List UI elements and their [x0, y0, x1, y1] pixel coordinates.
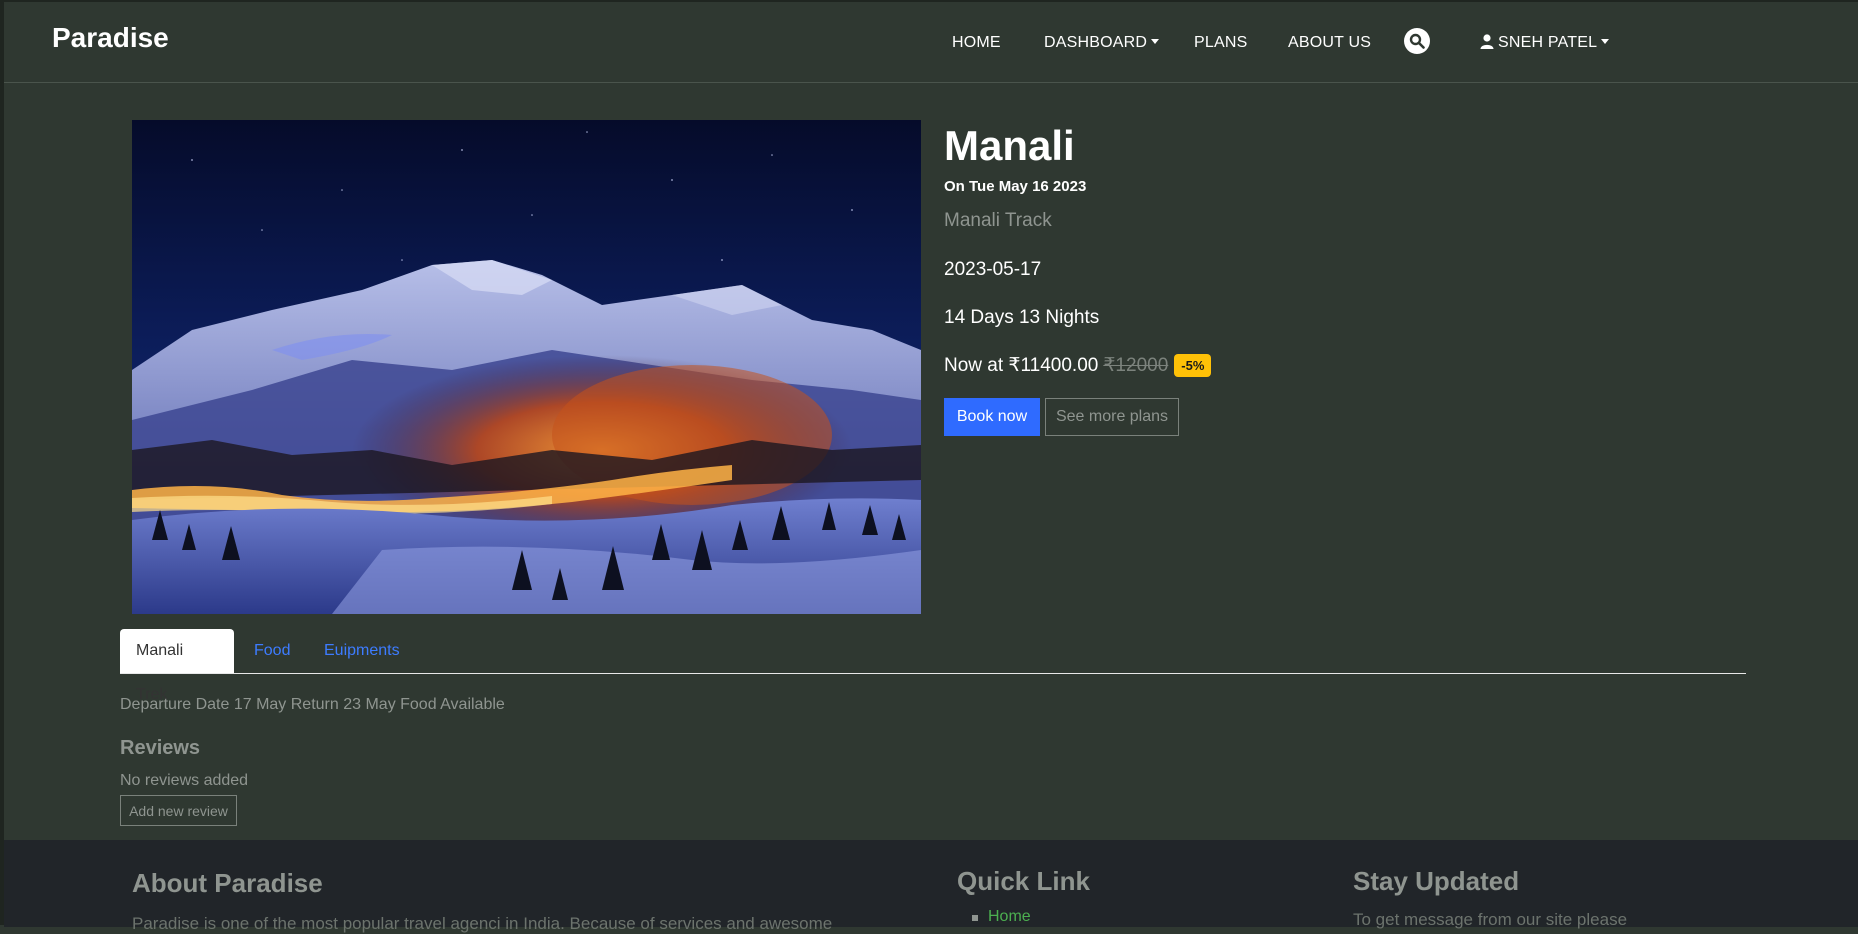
tab-manali-trek[interactable]: Manali Trek	[120, 629, 234, 703]
nav-plans[interactable]: PLANS	[1194, 34, 1247, 52]
user-icon	[1480, 34, 1494, 49]
trip-subtitle: Manali Track	[944, 210, 1052, 231]
price-row: Now at ₹11400.00 ₹12000 -5%	[944, 354, 1212, 377]
current-price: Now at ₹11400.00	[944, 355, 1099, 376]
no-reviews-text: No reviews added	[120, 772, 249, 789]
nav-dashboard-label: DASHBOARD	[1044, 34, 1148, 51]
search-icon[interactable]	[1404, 28, 1430, 54]
footer-links-heading: Quick Link	[957, 866, 1090, 896]
user-name: SNEH PATEL	[1498, 34, 1598, 51]
search-glyph	[1409, 33, 1425, 49]
nav-home[interactable]: HOME	[952, 34, 1001, 52]
trip-title: Manali	[944, 122, 1075, 169]
top-navbar: Paradise HOME DASHBOARD PLANS ABOUT US S…	[4, 2, 1858, 83]
trip-duration: 14 Days 13 Nights	[944, 307, 1100, 328]
book-now-button[interactable]: Book now	[944, 398, 1040, 436]
caret-down-icon	[1151, 39, 1160, 44]
discount-badge: -5%	[1174, 354, 1212, 377]
trip-date-line: On Tue May 16 2023	[944, 178, 1087, 195]
nav-about[interactable]: ABOUT US	[1288, 34, 1371, 52]
footer: About Paradise Paradise is one of the mo…	[4, 840, 1858, 933]
trip-tabs: Manali Trek Food Euipments	[120, 629, 1746, 703]
old-price: ₹12000	[1103, 355, 1169, 376]
nav-dashboard[interactable]: DASHBOARD	[1044, 34, 1160, 52]
tab-content-text: Departure Date 17 May Return 23 May Food…	[120, 696, 505, 713]
see-more-plans-button[interactable]: See more plans	[1045, 398, 1179, 436]
caret-down-icon	[1601, 39, 1610, 44]
list-bullet	[972, 915, 978, 921]
footer-about-heading: About Paradise	[132, 868, 323, 898]
nav-user-menu[interactable]: SNEH PATEL	[1480, 34, 1610, 52]
mountain-night-photo	[132, 120, 921, 614]
brand-logo[interactable]: Paradise	[52, 22, 169, 54]
trip-image	[132, 120, 921, 614]
tab-food[interactable]: Food	[238, 629, 306, 673]
tab-euipments[interactable]: Euipments	[308, 629, 416, 673]
footer-about-text: Paradise is one of the most popular trav…	[132, 914, 833, 933]
trip-start-date: 2023-05-17	[944, 259, 1042, 280]
footer-updates-text: To get message from our site please	[1353, 910, 1628, 929]
reviews-heading: Reviews	[120, 737, 201, 759]
add-review-button[interactable]: Add new review	[120, 795, 237, 826]
footer-link-home[interactable]: Home	[988, 908, 1031, 926]
footer-updates-heading: Stay Updated	[1353, 866, 1520, 896]
